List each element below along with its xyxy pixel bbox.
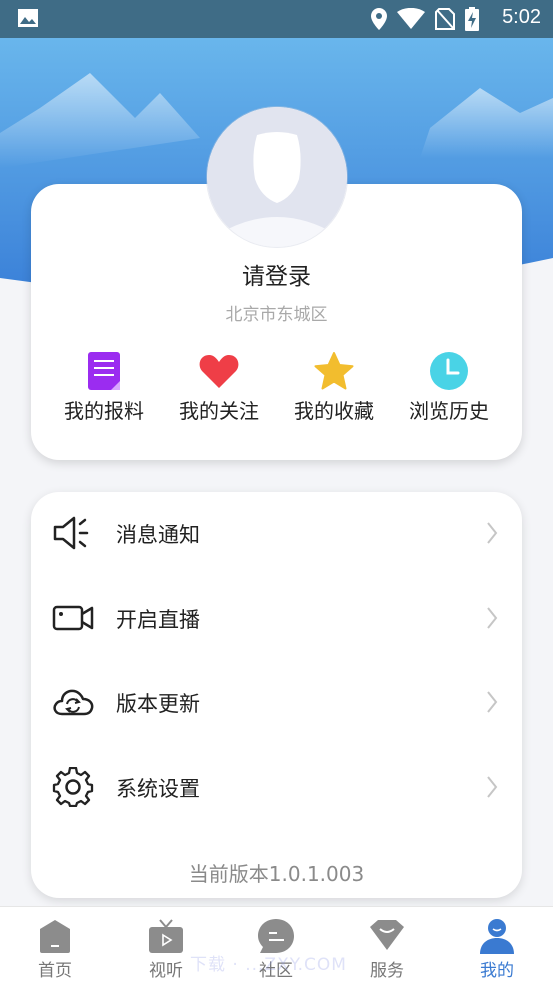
tab-label: 首页 — [38, 961, 72, 981]
login-prompt[interactable]: 请登录 — [0, 257, 553, 291]
quick-action-my-reports[interactable]: 我的报料 — [44, 350, 164, 424]
no-sim-icon — [435, 8, 455, 30]
quick-action-label: 我的关注 — [179, 399, 259, 423]
menu-item-notifications[interactable]: 消息通知 — [31, 491, 522, 575]
quick-action-label: 我的报料 — [64, 399, 144, 423]
quick-action-label: 浏览历史 — [409, 399, 489, 423]
default-avatar-icon — [207, 107, 347, 247]
video-camera-icon — [52, 605, 94, 631]
diamond-icon — [370, 920, 404, 950]
menu-item-system-settings[interactable]: 系统设置 — [31, 745, 522, 829]
menu-item-label: 版本更新 — [116, 692, 200, 716]
quick-action-history[interactable]: 浏览历史 — [389, 350, 509, 424]
tab-label: 服务 — [370, 961, 404, 981]
report-document-icon — [88, 352, 120, 390]
image-icon — [18, 9, 38, 27]
menu-item-start-live[interactable]: 开启直播 — [31, 576, 522, 660]
chevron-right-icon — [487, 776, 498, 798]
gear-icon — [52, 767, 94, 807]
version-label: 当前版本1.0.1.003 — [188, 862, 365, 886]
cloud-refresh-icon — [53, 689, 94, 716]
chevron-right-icon — [487, 522, 498, 544]
status-time: 5:02 — [502, 6, 541, 28]
location-icon — [371, 8, 387, 30]
menu-item-label: 开启直播 — [116, 608, 200, 632]
quick-action-my-follows[interactable]: 我的关注 — [159, 350, 279, 424]
location-label: 北京市东城区 — [225, 305, 328, 325]
chevron-right-icon — [487, 691, 498, 713]
tab-me[interactable]: 我的 — [442, 907, 552, 984]
tv-icon — [149, 919, 183, 953]
wifi-icon — [397, 8, 425, 29]
avatar[interactable] — [207, 107, 347, 247]
battery-charging-icon — [465, 7, 479, 31]
watermark: 下载 · ...ZXY.COM — [190, 955, 347, 975]
star-icon — [314, 352, 354, 390]
heart-icon — [199, 355, 239, 388]
quick-action-label: 我的收藏 — [294, 399, 374, 423]
speaker-icon — [53, 516, 89, 550]
chevron-right-icon — [487, 607, 498, 629]
menu-item-label: 系统设置 — [116, 777, 200, 801]
status-bar: 5:02 — [0, 0, 553, 38]
clock-icon — [430, 352, 468, 390]
tab-home[interactable]: 首页 — [0, 907, 110, 984]
menu-item-label: 消息通知 — [116, 523, 200, 547]
person-icon — [480, 919, 514, 954]
tab-services[interactable]: 服务 — [332, 907, 442, 984]
quick-action-my-favorites[interactable]: 我的收藏 — [274, 350, 394, 424]
tab-label: 我的 — [480, 961, 514, 981]
home-icon — [40, 920, 70, 953]
menu-item-version-update[interactable]: 版本更新 — [31, 660, 522, 744]
